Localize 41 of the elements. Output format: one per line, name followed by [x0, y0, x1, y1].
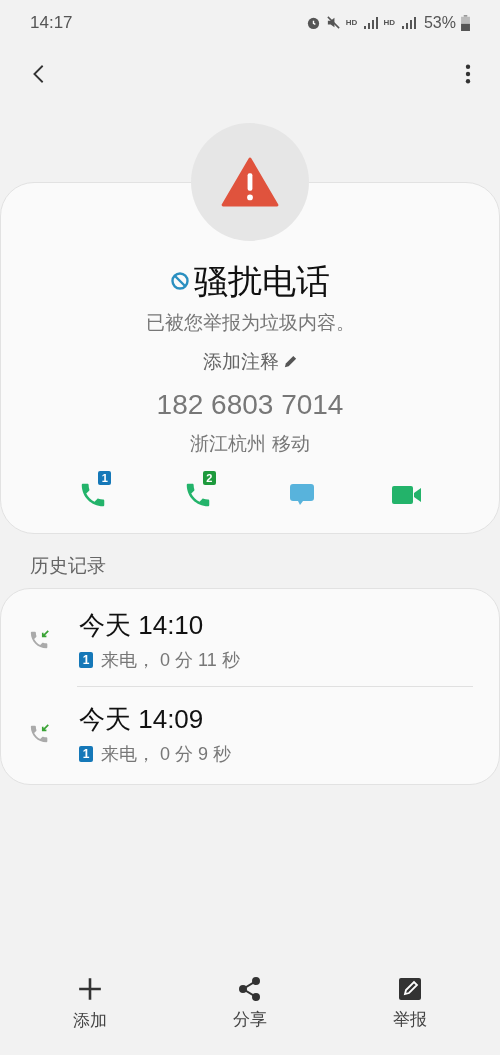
add-note-button[interactable]: 添加注释	[202, 347, 298, 376]
share-icon	[238, 976, 262, 1001]
call-button[interactable]: 1	[63, 468, 124, 513]
battery-percent: 53%	[423, 12, 456, 33]
battery-icon	[461, 14, 470, 31]
block-icon	[170, 271, 190, 291]
plus-icon	[77, 975, 103, 1002]
alarm-icon	[305, 15, 321, 30]
more-icon	[465, 64, 471, 84]
call-log-item[interactable]: 今天 14:10 1 来电， 0 分 11 秒	[1, 593, 499, 686]
contact-name: 骚扰电话	[194, 261, 330, 302]
report-note: 已被您举报为垃圾内容。	[145, 311, 355, 335]
call-log-item[interactable]: 今天 14:09 1 来电， 0 分 9 秒	[1, 687, 499, 780]
report-button[interactable]: 举报	[350, 976, 470, 1032]
mute-icon	[325, 15, 341, 30]
warning-icon	[220, 157, 280, 207]
incoming-call-icon	[29, 628, 51, 651]
sim-badge: 1	[98, 470, 112, 485]
call-time: 今天 14:10	[79, 608, 205, 642]
call-detail: 来电， 0 分 11 秒	[101, 648, 240, 672]
sim-badge: 1	[79, 652, 93, 668]
hd-indicator: HD	[383, 16, 395, 29]
phone-number: 182 6803 7014	[156, 388, 344, 422]
sim-badge: 2	[202, 470, 216, 485]
share-button[interactable]: 分享	[190, 976, 310, 1032]
section-title: 历史记录	[29, 553, 107, 578]
more-button[interactable]	[464, 63, 472, 85]
signal-icon	[362, 15, 379, 30]
pencil-icon	[282, 354, 298, 370]
sim-badge: 1	[79, 746, 93, 762]
clock: 14:17	[30, 11, 73, 34]
incoming-call-icon	[29, 722, 51, 745]
signal-icon	[399, 15, 416, 30]
call-detail: 来电， 0 分 9 秒	[101, 742, 232, 766]
call-time: 今天 14:09	[79, 702, 205, 736]
video-camera-icon	[391, 484, 422, 505]
call-button[interactable]: 2	[167, 468, 228, 513]
hd-indicator: HD	[345, 16, 358, 29]
location: 浙江杭州 移动	[190, 432, 310, 456]
edit-icon	[398, 976, 422, 1001]
add-button[interactable]: 添加	[30, 975, 150, 1033]
